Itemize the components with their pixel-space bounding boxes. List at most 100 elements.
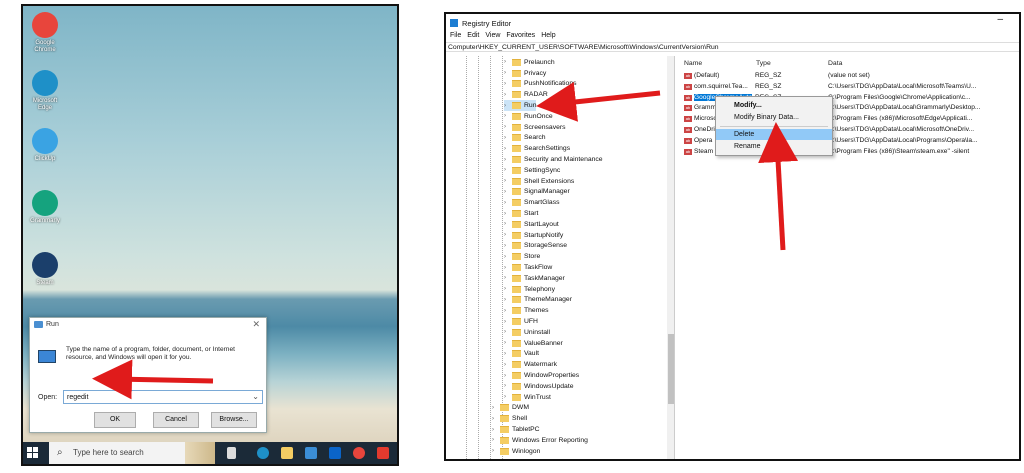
chevron-right-icon[interactable]: › (504, 113, 512, 119)
tree-item[interactable]: › Uninstall (504, 327, 550, 338)
tree-item[interactable]: › Store (504, 251, 540, 262)
edge-icon[interactable] (257, 447, 269, 459)
chevron-right-icon[interactable]: › (504, 351, 512, 357)
tree-item[interactable]: › Shell (492, 413, 527, 424)
address-bar[interactable]: Computer\HKEY_CURRENT_USER\SOFTWARE\Micr… (446, 42, 1019, 52)
tree-item[interactable]: › Security and Maintenance (504, 154, 603, 165)
tree-item[interactable]: › Vault (504, 349, 539, 360)
chevron-right-icon[interactable]: › (492, 448, 500, 454)
tree-item[interactable]: › StorageSense (504, 241, 567, 252)
chevron-right-icon[interactable]: › (504, 70, 512, 76)
tree-item[interactable]: › Winlogon (492, 446, 540, 457)
tree-item[interactable]: › Watermark (504, 359, 557, 370)
chevron-right-icon[interactable]: › (504, 221, 512, 227)
tree-item[interactable]: › WinTrust (504, 392, 551, 403)
desktop-icon[interactable]: Grammarly (27, 190, 63, 225)
desktop-icon[interactable]: Microsoft Edge (27, 70, 63, 112)
chevron-right-icon[interactable]: › (504, 297, 512, 303)
menu-file[interactable]: File (450, 32, 461, 39)
store-icon[interactable] (305, 447, 317, 459)
file-explorer-icon[interactable] (281, 447, 293, 459)
tree-item[interactable]: › Shell Extensions (504, 176, 574, 187)
menu-favorites[interactable]: Favorites (506, 32, 535, 39)
value-row[interactable]: ab (Default) REG_SZ (value not set) (680, 71, 1019, 82)
tree-item[interactable]: › SettingSync (504, 165, 560, 176)
tree-item[interactable]: › RADAR (504, 89, 548, 100)
app-icon[interactable] (377, 447, 389, 459)
chevron-right-icon[interactable]: › (492, 416, 500, 422)
chevron-right-icon[interactable]: › (504, 329, 512, 335)
tree-scrollbar-thumb[interactable] (668, 334, 674, 404)
tree-item[interactable]: › WindowProperties (504, 370, 579, 381)
chevron-right-icon[interactable]: › (504, 92, 512, 98)
chevron-right-icon[interactable]: › (504, 275, 512, 281)
tree-item[interactable]: › PushNotifications (504, 79, 577, 90)
chevron-right-icon[interactable]: › (492, 437, 500, 443)
tree-item[interactable]: › Search (504, 133, 546, 144)
start-button[interactable] (27, 447, 38, 458)
tree-item[interactable]: › WindowsUpdate (504, 381, 574, 392)
chevron-right-icon[interactable]: › (504, 383, 512, 389)
tree-item[interactable]: › Screensavers (504, 122, 566, 133)
tree-item[interactable]: › ValueBanner (504, 338, 563, 349)
tree-item[interactable]: › SignalManager (504, 187, 570, 198)
menu-item-modify[interactable]: Modify... (716, 100, 832, 111)
tree-item[interactable]: › Privacy (504, 68, 546, 79)
mail-icon[interactable] (329, 447, 341, 459)
chevron-right-icon[interactable]: › (504, 200, 512, 206)
chevron-right-icon[interactable]: › (492, 427, 500, 433)
tree-item[interactable]: › ThemeManager (504, 295, 572, 306)
chevron-right-icon[interactable]: › (504, 211, 512, 217)
browse-button[interactable]: Browse... (211, 412, 257, 428)
chevron-right-icon[interactable]: › (504, 103, 512, 109)
tree-item[interactable]: › TaskFlow (504, 262, 552, 273)
value-row[interactable]: ab com.squirrel.Tea... REG_SZ C:\Users\TDG\… (680, 82, 1019, 93)
chrome-icon[interactable] (353, 447, 365, 459)
tree-item[interactable]: › Telephony (504, 284, 555, 295)
chevron-right-icon[interactable]: › (492, 405, 500, 411)
menu-edit[interactable]: Edit (467, 32, 479, 39)
chevron-right-icon[interactable]: › (504, 340, 512, 346)
chevron-right-icon[interactable]: › (504, 286, 512, 292)
menu-view[interactable]: View (485, 32, 500, 39)
column-header-name[interactable]: Name (684, 60, 702, 67)
taskbar-search[interactable]: ⌕ Type here to search (49, 442, 215, 464)
chevron-right-icon[interactable]: › (504, 254, 512, 260)
desktop-icon[interactable]: ClickUp (27, 128, 63, 163)
chevron-right-icon[interactable]: › (504, 373, 512, 379)
chevron-right-icon[interactable]: › (504, 232, 512, 238)
chevron-right-icon[interactable]: › (504, 265, 512, 271)
menu-item-delete[interactable]: Delete (716, 129, 832, 140)
chevron-right-icon[interactable]: › (504, 59, 512, 65)
chevron-right-icon[interactable]: › (504, 157, 512, 163)
chevron-down-icon[interactable]: ⌄ (252, 392, 259, 401)
tree-scrollbar[interactable] (667, 56, 674, 459)
tree-item[interactable]: › TabletPC (492, 424, 540, 435)
chevron-right-icon[interactable]: › (504, 146, 512, 152)
chevron-right-icon[interactable]: › (504, 189, 512, 195)
menu-item-modify-binary[interactable]: Modify Binary Data... (716, 112, 832, 123)
chevron-right-icon[interactable]: › (504, 243, 512, 249)
close-icon[interactable]: ✕ (252, 319, 260, 330)
tree-item[interactable]: › UFH (504, 316, 538, 327)
column-header-type[interactable]: Type (756, 60, 771, 67)
tree-item[interactable]: › DWM (492, 403, 529, 414)
tree-item[interactable]: › StartLayout (504, 219, 559, 230)
menu-help[interactable]: Help (541, 32, 555, 39)
tree-item[interactable]: › SearchSettings (504, 143, 570, 154)
chevron-right-icon[interactable]: › (504, 81, 512, 87)
minimize-icon[interactable]: – (997, 14, 1003, 25)
tree-item[interactable]: › TaskManager (504, 273, 565, 284)
tree-item[interactable]: › SmartGlass (504, 197, 560, 208)
menu-item-rename[interactable]: Rename (716, 141, 832, 152)
tree-item[interactable]: › Start (504, 208, 538, 219)
column-header-data[interactable]: Data (828, 60, 842, 67)
open-input[interactable]: regedit ⌄ (63, 390, 263, 404)
desktop-icon[interactable]: Google Chrome (27, 12, 63, 54)
chevron-right-icon[interactable]: › (504, 135, 512, 141)
chevron-right-icon[interactable]: › (504, 178, 512, 184)
chevron-right-icon[interactable]: › (504, 167, 512, 173)
chevron-right-icon[interactable]: › (504, 308, 512, 314)
chevron-right-icon[interactable]: › (504, 362, 512, 368)
ok-button[interactable]: OK (94, 412, 136, 428)
